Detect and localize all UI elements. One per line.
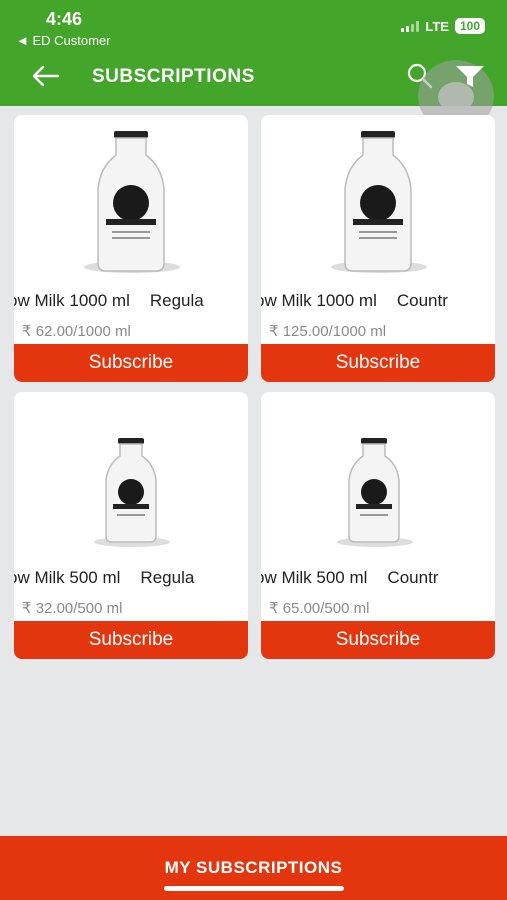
product-image [261, 392, 495, 562]
signal-icon [401, 20, 420, 32]
product-image [14, 392, 248, 562]
network-label: LTE [425, 18, 449, 34]
status-time: 4:46 [46, 9, 83, 29]
app-header: 4:46 ◄ ED Customer LTE 100 SUBSCRIPTIONS [0, 0, 507, 132]
product-name: ow Milk 1000 ml Regula [14, 291, 204, 310]
status-indicators: LTE 100 [401, 18, 485, 34]
product-price: ₹ 65.00/500 ml [269, 600, 370, 617]
product-price: ₹ 125.00/1000 ml [269, 323, 387, 340]
product-card[interactable]: ow Milk 500 ml Regula ₹ 32.00/500 ml Subs… [14, 392, 248, 659]
back-to-app-link[interactable]: ◄ ED Customer [16, 33, 111, 48]
battery-icon: 100 [454, 18, 485, 34]
product-name: ow Milk 1000 ml Countr [261, 291, 448, 310]
product-name: ow Milk 500 ml Countr [261, 568, 439, 587]
my-subscriptions-label: MY SUBSCRIPTIONS [164, 858, 343, 877]
product-name: ow Milk 500 ml Regula [14, 568, 195, 587]
back-arrow-icon[interactable] [30, 62, 62, 90]
subscribe-button[interactable]: Subscribe [14, 344, 248, 382]
page-title: SUBSCRIPTIONS [92, 66, 255, 87]
product-card[interactable]: ow Milk 1000 ml Countr ₹ 125.00/1000 ml S… [261, 115, 495, 382]
subscribe-button[interactable]: Subscribe [14, 621, 248, 659]
subscribe-button[interactable]: Subscribe [261, 621, 495, 659]
product-card[interactable]: ow Milk 500 ml Countr ₹ 65.00/500 ml Subs… [261, 392, 495, 659]
product-price: ₹ 62.00/1000 ml [22, 323, 131, 340]
subscribe-button[interactable]: Subscribe [261, 344, 495, 382]
product-image [261, 115, 495, 285]
home-indicator[interactable] [164, 886, 344, 891]
product-price: ₹ 32.00/500 ml [22, 600, 123, 617]
product-image [14, 115, 248, 285]
product-card[interactable]: ow Milk 1000 ml Regula ₹ 62.00/1000 ml Su… [14, 115, 248, 382]
filter-icon[interactable] [452, 62, 488, 90]
